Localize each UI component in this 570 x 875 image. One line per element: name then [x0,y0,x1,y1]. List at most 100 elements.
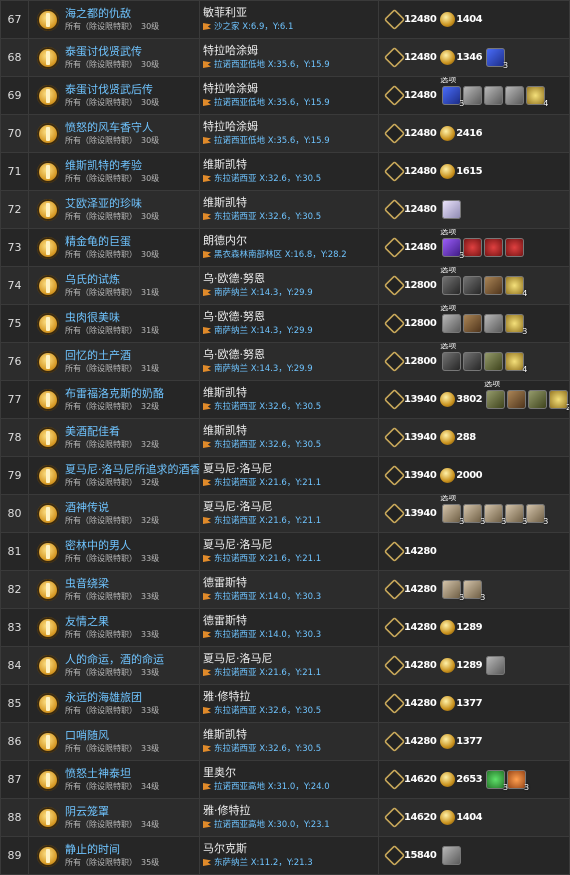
reward-item-icon[interactable]: 3 [442,86,464,108]
reward-item-icon[interactable] [484,238,504,257]
npc-location-link[interactable]: 拉诺西亚低地 X:35.6，Y:15.9 [203,134,378,148]
reward-item-icon[interactable] [505,86,525,105]
quest-name-link[interactable]: 乌氏的试炼 [65,273,159,286]
npc-location-link[interactable]: 东拉诺西亚 X:14.0，Y:30.3 [203,590,378,604]
reward-item-icon[interactable] [463,352,483,371]
reward-item-icon[interactable] [442,200,462,219]
location-text[interactable]: 东拉诺西亚 X:32.6，Y:30.5 [214,438,321,452]
reward-item-icon[interactable] [442,276,462,295]
quest-name-link[interactable]: 愤怒土神泰坦 [65,767,159,780]
reward-item-icon[interactable]: 3 [442,238,464,260]
quest-name-link[interactable]: 泰蛋讨伐贤武后传 [65,83,159,96]
reward-item-icon[interactable] [484,86,504,105]
quest-name-link[interactable]: 回忆的土产酒 [65,349,159,362]
quest-name-link[interactable]: 愤怒的风车香守人 [65,121,159,134]
reward-item-icon[interactable] [442,846,462,865]
location-text[interactable]: 东拉诺西亚 X:21.6，Y:21.1 [214,476,321,490]
location-text[interactable]: 东萨纳兰 X:11.2，Y:21.3 [214,856,313,870]
location-text[interactable]: 拉诺西亚低地 X:35.6，Y:15.9 [214,58,330,72]
quest-name-link[interactable]: 艾欧泽亚的珍味 [65,197,159,210]
npc-location-link[interactable]: 东拉诺西亚 X:32.6，Y:30.5 [203,400,378,414]
location-text[interactable]: 东拉诺西亚 X:32.6，Y:30.5 [214,172,321,186]
location-text[interactable]: 东拉诺西亚 X:14.0，Y:30.3 [214,628,321,642]
quest-name-link[interactable]: 维斯凯特的考验 [65,159,159,172]
npc-location-link[interactable]: 黑衣森林南部林区 X:16.8，Y:28.2 [203,248,378,262]
reward-item-icon[interactable]: 3 [505,504,527,526]
reward-item-icon[interactable]: 3 [526,504,548,526]
reward-item-icon[interactable]: 3 [507,770,529,792]
location-text[interactable]: 东拉诺西亚 X:21.6，Y:21.1 [214,666,321,680]
location-text[interactable]: 东拉诺西亚 X:32.6，Y:30.5 [214,400,321,414]
location-text[interactable]: 东拉诺西亚 X:14.0，Y:30.3 [214,590,321,604]
location-text[interactable]: 拉诺西亚高地 X:31.0，Y:24.0 [214,780,330,794]
npc-location-link[interactable]: 拉诺西亚高地 X:30.0，Y:23.1 [203,818,378,832]
quest-name-link[interactable]: 海之都的仇敌 [65,7,159,20]
reward-item-icon[interactable]: 2 [549,390,569,412]
location-text[interactable]: 东拉诺西亚 X:32.6，Y:30.5 [214,742,321,756]
location-text[interactable]: 南萨纳兰 X:14.3，Y:29.9 [214,286,313,300]
quest-name-link[interactable]: 阴云笼罩 [65,805,159,818]
quest-name-link[interactable]: 永远的海雄旅团 [65,691,159,704]
reward-item-icon[interactable]: 3 [484,504,506,526]
quest-name-link[interactable]: 酒神传说 [65,501,159,514]
npc-location-link[interactable]: 南萨纳兰 X:14.3，Y:29.9 [203,362,378,376]
npc-location-link[interactable]: 拉诺西亚低地 X:35.6，Y:15.9 [203,58,378,72]
reward-item-icon[interactable] [463,314,483,333]
reward-item-icon[interactable]: 4 [505,276,527,298]
location-text[interactable]: 东拉诺西亚 X:21.6，Y:21.1 [214,552,321,566]
reward-item-icon[interactable] [505,238,525,257]
npc-location-link[interactable]: 东拉诺西亚 X:32.6，Y:30.5 [203,210,378,224]
location-text[interactable]: 东拉诺西亚 X:21.6，Y:21.1 [214,514,321,528]
location-text[interactable]: 南萨纳兰 X:14.3，Y:29.9 [214,362,313,376]
reward-item-icon[interactable]: 3 [486,48,508,70]
location-text[interactable]: 拉诺西亚高地 X:30.0，Y:23.1 [214,818,330,832]
reward-item-icon[interactable] [484,352,504,371]
reward-item-icon[interactable] [486,656,506,675]
npc-location-link[interactable]: 拉诺西亚低地 X:35.6，Y:15.9 [203,96,378,110]
reward-item-icon[interactable] [484,314,504,333]
npc-location-link[interactable]: 拉诺西亚高地 X:31.0，Y:24.0 [203,780,378,794]
reward-item-icon[interactable] [486,390,506,409]
location-text[interactable]: 黑衣森林南部林区 X:16.8，Y:28.2 [214,248,347,262]
reward-item-icon[interactable]: 3 [442,580,464,602]
location-text[interactable]: 东拉诺西亚 X:32.6，Y:30.5 [214,704,321,718]
reward-item-icon[interactable]: 3 [463,580,485,602]
quest-name-link[interactable]: 美酒配佳肴 [65,425,159,438]
npc-location-link[interactable]: 东萨纳兰 X:11.2，Y:21.3 [203,856,378,870]
npc-location-link[interactable]: 东拉诺西亚 X:32.6，Y:30.5 [203,172,378,186]
reward-item-icon[interactable]: 4 [505,352,527,374]
quest-name-link[interactable]: 夏马尼·洛马尼所追求的酒香 [65,463,199,476]
npc-location-link[interactable]: 南萨纳兰 X:14.3，Y:29.9 [203,324,378,338]
quest-name-link[interactable]: 静止的时间 [65,843,159,856]
quest-name-link[interactable]: 虫肉很美味 [65,311,159,324]
npc-location-link[interactable]: 沙之家 X:6.9，Y:6.1 [203,20,378,34]
quest-name-link[interactable]: 口哨随风 [65,729,159,742]
npc-location-link[interactable]: 东拉诺西亚 X:32.6，Y:30.5 [203,704,378,718]
location-text[interactable]: 拉诺西亚低地 X:35.6，Y:15.9 [214,134,330,148]
reward-item-icon[interactable] [463,238,483,257]
location-text[interactable]: 拉诺西亚低地 X:35.6，Y:15.9 [214,96,330,110]
quest-name-link[interactable]: 精金龟的巨蛋 [65,235,159,248]
reward-item-icon[interactable]: 3 [505,314,527,336]
npc-location-link[interactable]: 东拉诺西亚 X:21.6，Y:21.1 [203,552,378,566]
npc-location-link[interactable]: 东拉诺西亚 X:21.6，Y:21.1 [203,476,378,490]
reward-item-icon[interactable] [463,276,483,295]
location-text[interactable]: 沙之家 X:6.9，Y:6.1 [214,20,293,34]
quest-name-link[interactable]: 人的命运，酒的命运 [65,653,164,666]
reward-item-icon[interactable]: 3 [463,504,485,526]
quest-name-link[interactable]: 泰蛋讨伐贤武传 [65,45,159,58]
reward-item-icon[interactable] [442,314,462,333]
npc-location-link[interactable]: 东拉诺西亚 X:21.6，Y:21.1 [203,666,378,680]
reward-item-icon[interactable]: 3 [486,770,508,792]
reward-item-icon[interactable] [442,352,462,371]
reward-item-icon[interactable] [484,276,504,295]
npc-location-link[interactable]: 东拉诺西亚 X:21.6，Y:21.1 [203,514,378,528]
reward-item-icon[interactable] [507,390,527,409]
location-text[interactable]: 东拉诺西亚 X:32.6，Y:30.5 [214,210,321,224]
npc-location-link[interactable]: 东拉诺西亚 X:32.6，Y:30.5 [203,742,378,756]
reward-item-icon[interactable]: 4 [526,86,548,108]
npc-location-link[interactable]: 南萨纳兰 X:14.3，Y:29.9 [203,286,378,300]
reward-item-icon[interactable] [463,86,483,105]
reward-item-icon[interactable] [528,390,548,409]
npc-location-link[interactable]: 东拉诺西亚 X:32.6，Y:30.5 [203,438,378,452]
